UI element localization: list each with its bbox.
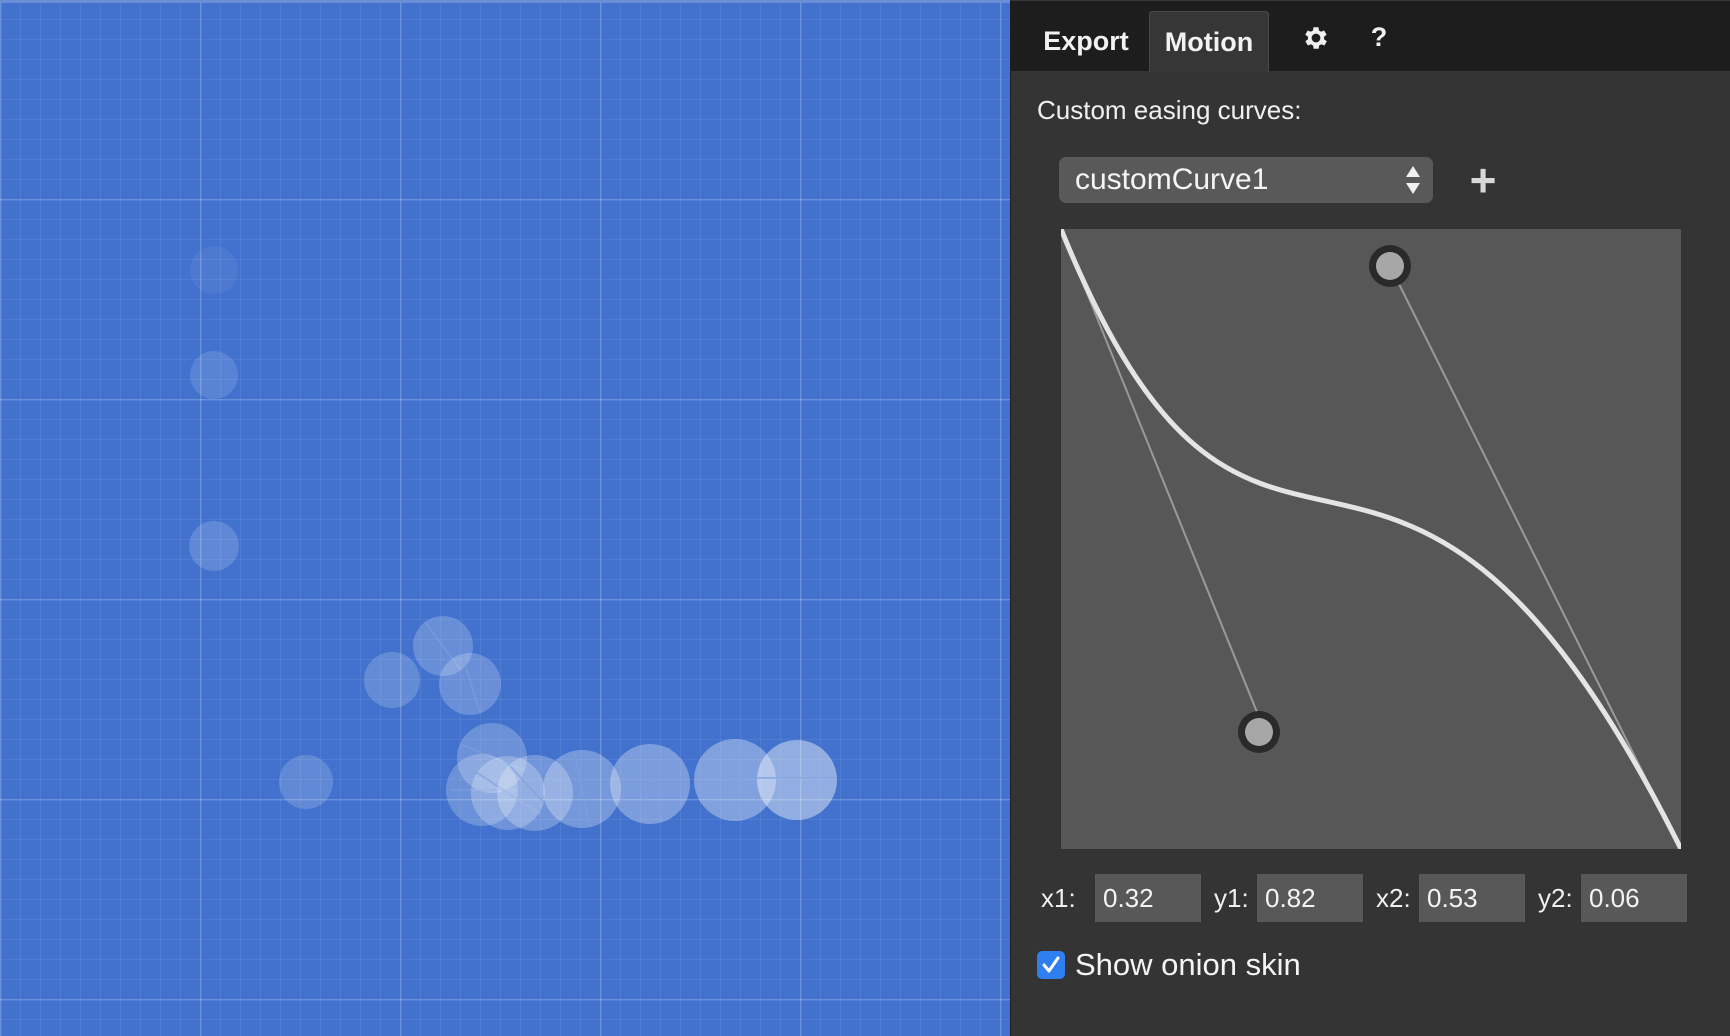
control-point-1-handle[interactable] (1238, 711, 1280, 753)
tab-export[interactable]: Export (1021, 11, 1151, 71)
bezier-params-row: x1: y1: x2: y2: (1041, 874, 1691, 922)
curve-select-dropdown[interactable]: customCurve1 (1059, 157, 1433, 203)
handle-line-1 (1061, 229, 1260, 718)
y1-input[interactable] (1257, 874, 1363, 922)
control-point-2-handle[interactable] (1369, 245, 1411, 287)
handle-line-2 (1389, 265, 1681, 849)
easing-curve (1061, 229, 1681, 849)
onion-ghost-ball (190, 246, 238, 294)
y2-label: y2: (1538, 883, 1573, 913)
gear-icon[interactable] (1291, 11, 1341, 71)
onion-skin-layer (189, 246, 837, 831)
x2-input[interactable] (1419, 874, 1525, 922)
x1-input[interactable] (1095, 874, 1201, 922)
animated-ball (757, 740, 837, 820)
onion-skin-checkbox[interactable] (1037, 951, 1065, 979)
onion-ghost-ball (439, 653, 501, 715)
checkmark-icon (1042, 956, 1060, 973)
select-arrows-icon (1406, 166, 1420, 194)
easing-curves-heading: Custom easing curves: (1037, 95, 1302, 125)
tab-bar: Export Motion ? (1011, 0, 1730, 72)
bezier-curve-editor[interactable] (1061, 229, 1681, 849)
onion-ghost-ball (543, 750, 621, 828)
onion-ghost-ball (189, 521, 239, 571)
tab-motion[interactable]: Motion (1149, 11, 1269, 72)
plus-icon[interactable]: + (1461, 157, 1505, 203)
onion-skin-label[interactable]: Show onion skin (1075, 948, 1301, 982)
motion-panel: Export Motion ? Custom easing curves: cu… (1010, 0, 1730, 1036)
onion-ghost-ball (190, 351, 238, 399)
x2-label: x2: (1376, 883, 1411, 913)
help-icon[interactable]: ? (1359, 11, 1399, 71)
onion-ghost-ball (364, 652, 420, 708)
y2-input[interactable] (1581, 874, 1687, 922)
x1-label: x1: (1041, 883, 1076, 913)
canvas-stage[interactable] (0, 0, 1010, 1036)
onion-ghost-ball (610, 744, 690, 824)
onion-ghost-ball (279, 755, 333, 809)
curve-select-value: customCurve1 (1075, 163, 1269, 196)
y1-label: y1: (1214, 883, 1249, 913)
